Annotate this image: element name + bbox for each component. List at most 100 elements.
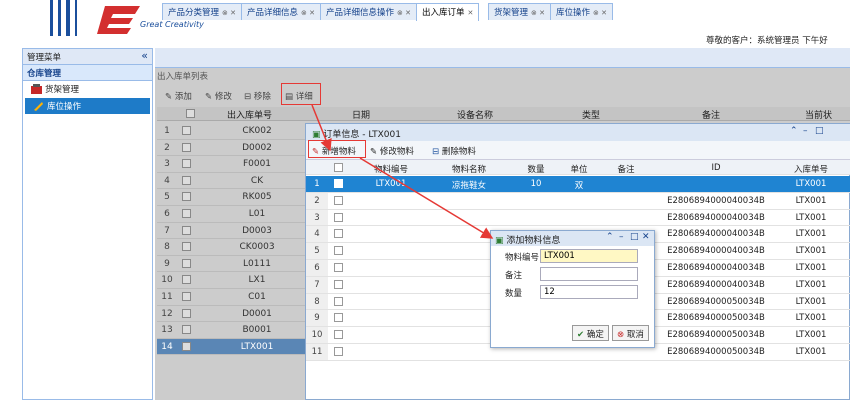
cancel-icon: ⊗ <box>617 330 625 340</box>
cell-id: E2806894000050034B <box>667 347 765 357</box>
field-label: 物料编号 <box>505 253 540 263</box>
window-title: 订单信息 - LTX001 <box>323 130 401 140</box>
row-checkbox[interactable] <box>334 347 343 356</box>
location-icon <box>34 102 43 111</box>
column-header[interactable]: 备注 <box>606 163 646 175</box>
order-code-cell: LX1 <box>248 275 266 286</box>
row-checkbox[interactable] <box>334 263 343 272</box>
column-header[interactable]: 当前状 <box>805 108 832 121</box>
window-title-bar[interactable]: ▣ 订单信息 - LTX001 <box>306 124 850 141</box>
column-header[interactable]: 物料编号 <box>366 163 416 175</box>
row-checkbox[interactable] <box>182 192 191 202</box>
row-checkbox[interactable] <box>334 229 343 239</box>
remove-button[interactable]: ⊟ 移除 <box>244 90 271 102</box>
row-checkbox[interactable] <box>334 246 343 256</box>
close-icon[interactable]: ✕ <box>642 232 650 242</box>
column-header[interactable]: 备注 <box>702 108 720 121</box>
row-checkbox[interactable] <box>334 313 343 323</box>
tab-product-detail[interactable]: 产品详细信息 ⊗ ✕ <box>241 3 321 20</box>
select-all-checkbox[interactable] <box>186 109 195 118</box>
cell-order: LTX001 <box>795 195 827 206</box>
row-checkbox[interactable] <box>334 179 343 188</box>
row-checkbox[interactable] <box>182 242 191 252</box>
row-checkbox[interactable] <box>334 330 343 340</box>
delete-material-button[interactable]: ⊟ 删除物料 <box>432 145 476 157</box>
table-row[interactable]: 1 LTX001 凉拖鞋女 10 双 LTX001 <box>306 176 850 193</box>
sidebar-item-location[interactable]: 库位操作 <box>25 98 150 114</box>
column-header[interactable]: 出入库单号 <box>227 108 272 121</box>
material-code-input[interactable] <box>540 249 638 263</box>
row-checkbox[interactable] <box>182 308 191 318</box>
row-checkbox[interactable] <box>334 195 343 205</box>
collapse-icon[interactable]: ⌃ <box>790 126 798 136</box>
logo-stripe <box>58 0 61 36</box>
table-row[interactable]: 2 E2806894000040034B LTX001 <box>306 192 850 210</box>
tab-product-detail-op[interactable]: 产品详细信息操作 ⊗ ✕ <box>320 3 417 20</box>
note-input[interactable] <box>540 267 638 281</box>
tab-location[interactable]: 库位操作 ⊗ ✕ <box>550 3 613 20</box>
row-checkbox[interactable] <box>182 325 191 335</box>
row-checkbox[interactable] <box>182 292 191 301</box>
row-checkbox[interactable] <box>182 225 191 235</box>
edit-material-button[interactable]: ✎ 修改物料 <box>370 145 414 157</box>
minimize-icon[interactable]: – <box>619 232 624 242</box>
tab-shelf[interactable]: 货架管理 ⊗ ✕ <box>488 3 551 20</box>
column-header[interactable]: 数量 <box>521 163 551 175</box>
tab-product-category[interactable]: 产品分类管理 ⊗ ✕ <box>162 3 242 20</box>
cancel-button[interactable]: ⊗ 取消 <box>612 325 649 341</box>
row-checkbox[interactable] <box>182 209 191 218</box>
close-icon[interactable]: ⊗ ✕ <box>397 9 411 17</box>
row-checkbox[interactable] <box>182 175 191 185</box>
order-code-cell: LTX001 <box>240 341 274 352</box>
window-icon: ▣ <box>495 236 504 246</box>
maximize-icon[interactable]: □ <box>630 232 639 242</box>
close-icon[interactable]: ⊗ ✕ <box>222 9 236 17</box>
add-button[interactable]: ✎ 添加 <box>165 90 192 102</box>
close-icon[interactable]: ⊗ ✕ <box>301 9 315 17</box>
button-label: 添加 <box>174 92 192 102</box>
close-icon[interactable]: ✕ <box>468 9 474 17</box>
cell-order: LTX001 <box>795 229 827 240</box>
row-checkbox[interactable] <box>182 126 191 135</box>
row-checkbox[interactable] <box>182 258 191 268</box>
column-header[interactable]: 类型 <box>582 108 600 121</box>
sidebar-item-shelf[interactable]: 货架管理 <box>23 81 152 97</box>
maximize-icon[interactable]: □ <box>815 126 824 136</box>
collapse-icon[interactable]: ⌃ <box>606 232 614 242</box>
confirm-button[interactable]: ✔ 确定 <box>572 325 609 341</box>
row-checkbox[interactable] <box>182 275 191 285</box>
minimize-icon[interactable]: – <box>803 126 808 136</box>
row-number: 4 <box>164 175 170 186</box>
window-icon: ▣ <box>312 130 321 140</box>
sidebar-item-label: 库位操作 <box>47 102 82 112</box>
sidebar-group-warehouse[interactable]: 仓库管理 <box>23 65 152 81</box>
row-number: 9 <box>306 310 328 327</box>
table-row[interactable]: 3 E2806894000040034B LTX001 <box>306 209 850 227</box>
edit-button[interactable]: ✎ 修改 <box>205 90 232 102</box>
close-icon[interactable]: ⊗ ✕ <box>531 9 545 17</box>
column-header[interactable]: 设备名称 <box>457 108 493 121</box>
select-all-checkbox[interactable] <box>334 163 343 172</box>
row-checkbox[interactable] <box>334 296 343 306</box>
column-header[interactable]: ID <box>701 163 731 173</box>
row-checkbox[interactable] <box>182 159 191 169</box>
row-checkbox[interactable] <box>334 279 343 289</box>
close-icon[interactable]: ⊗ ✕ <box>593 9 607 17</box>
column-header[interactable]: 物料名称 <box>444 163 494 175</box>
logo-stripe <box>50 0 53 36</box>
collapse-icon[interactable]: « <box>141 49 148 62</box>
column-header[interactable]: 入库单号 <box>786 163 836 175</box>
edit-icon: ✎ <box>205 92 213 102</box>
row-number: 2 <box>164 142 170 153</box>
row-checkbox[interactable] <box>182 142 191 152</box>
order-code-cell: F0001 <box>242 159 272 170</box>
row-number: 6 <box>306 260 328 276</box>
row-checkbox[interactable] <box>182 341 191 351</box>
row-checkbox[interactable] <box>334 212 343 222</box>
column-header[interactable]: 单位 <box>564 163 594 175</box>
button-label: 移除 <box>253 92 271 102</box>
order-code-cell: RK005 <box>242 192 272 203</box>
column-header[interactable]: 日期 <box>352 108 370 121</box>
tab-inout-order[interactable]: 出入库订单 ✕ <box>416 3 480 21</box>
quantity-input[interactable] <box>540 285 638 299</box>
